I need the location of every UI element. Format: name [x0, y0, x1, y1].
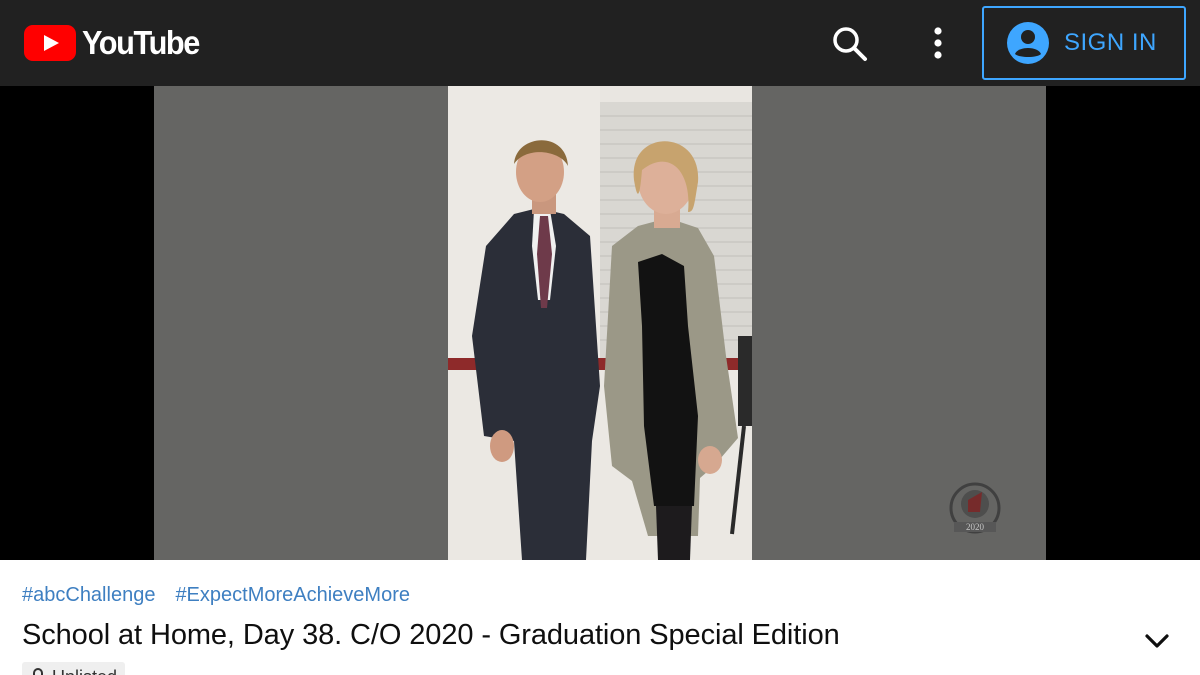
youtube-logo-icon: [24, 25, 76, 61]
account-circle-icon: [1007, 22, 1049, 64]
video-frame[interactable]: 2020: [154, 86, 1046, 560]
search-button[interactable]: [830, 24, 870, 64]
expand-description-button[interactable]: [1140, 624, 1174, 658]
svg-text:2020: 2020: [966, 522, 985, 532]
video-title: School at Home, Day 38. C/O 2020 - Gradu…: [22, 619, 840, 651]
unlisted-badge: Unlisted: [22, 662, 126, 675]
lock-icon: [33, 668, 43, 675]
sign-in-button[interactable]: SIGN IN: [982, 6, 1186, 80]
top-app-bar: YouTube SIGN IN: [0, 0, 1200, 86]
video-player[interactable]: 2020: [0, 86, 1200, 560]
more-options-button[interactable]: [920, 22, 956, 64]
youtube-logo[interactable]: YouTube: [24, 24, 208, 62]
video-thumbnail: 2020: [154, 86, 1046, 560]
chevron-down-icon: [1145, 634, 1169, 648]
hashtag-link[interactable]: #abcChallenge: [22, 584, 155, 610]
sign-in-label: SIGN IN: [1064, 29, 1157, 56]
hashtag-link[interactable]: #ExpectMoreAchieveMore: [175, 584, 410, 610]
more-vert-icon: [934, 27, 942, 59]
logo-text: YouTube: [82, 24, 200, 61]
hashtag-row: #abcChallenge #ExpectMoreAchieveMore: [22, 584, 410, 610]
search-icon: [833, 27, 867, 61]
visibility-label: Unlisted: [52, 667, 117, 675]
